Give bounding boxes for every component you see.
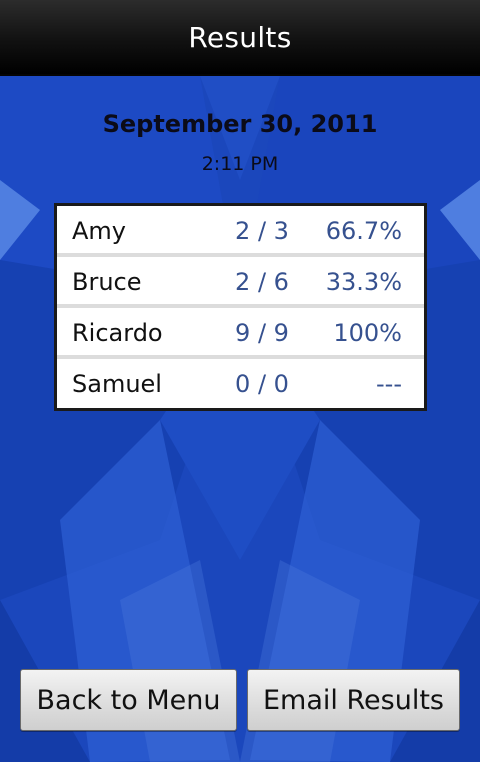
results-date: September 30, 2011 — [102, 110, 378, 138]
email-results-button[interactable]: Email Results — [247, 669, 460, 731]
results-table: Amy 2 / 3 66.7% Bruce 2 / 6 33.3% Ricard… — [54, 203, 427, 411]
results-time: 2:11 PM — [201, 153, 279, 175]
player-name: Amy — [72, 217, 126, 245]
player-name: Ricardo — [72, 319, 163, 347]
player-score: 2 / 3 — [235, 217, 289, 245]
table-row[interactable]: Ricardo 9 / 9 100% — [57, 308, 424, 359]
player-percent: 66.7% — [325, 217, 402, 245]
player-score: 2 / 6 — [235, 268, 289, 296]
back-to-menu-button[interactable]: Back to Menu — [20, 669, 237, 731]
player-score: 9 / 9 — [235, 319, 289, 347]
player-score: 0 / 0 — [235, 370, 289, 398]
player-percent: 33.3% — [325, 268, 402, 296]
table-row[interactable]: Samuel 0 / 0 --- — [57, 359, 424, 406]
table-row[interactable]: Bruce 2 / 6 33.3% — [57, 257, 424, 308]
player-name: Samuel — [72, 370, 162, 398]
player-name: Bruce — [72, 268, 142, 296]
title-bar: Results — [0, 0, 480, 76]
screen-title: Results — [188, 20, 292, 54]
table-row[interactable]: Amy 2 / 3 66.7% — [57, 206, 424, 257]
player-percent: --- — [376, 370, 402, 398]
player-percent: 100% — [333, 319, 402, 347]
